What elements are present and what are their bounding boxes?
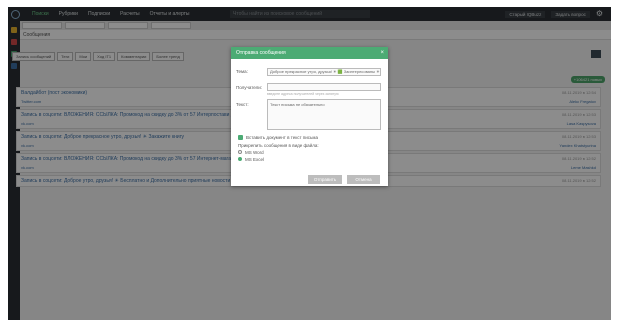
recipients-field[interactable] xyxy=(267,83,381,91)
excel-radio[interactable] xyxy=(238,157,242,161)
subject-field[interactable]: Доброе прекрасное утро, друзья! ☀ 🟩 Заин… xyxy=(267,68,381,76)
cancel-button[interactable]: Отмена xyxy=(347,175,380,184)
close-icon[interactable]: × xyxy=(380,47,384,59)
recipients-hint: введите адреса получателей через запятую xyxy=(267,92,339,96)
embed-checkbox[interactable] xyxy=(238,135,243,140)
embed-checkbox-label: Вставить документ в текст письма xyxy=(246,135,318,140)
message-textarea[interactable]: Текст письма не обязательно xyxy=(267,99,381,130)
send-button[interactable]: Отправить xyxy=(308,175,342,184)
send-message-dialog: Отправка сообщения × Тема: Доброе прекра… xyxy=(231,47,388,186)
recipients-label: Получатели: xyxy=(236,85,263,90)
subject-label: Тема: xyxy=(236,69,248,74)
attach-label: Прикрепить сообщения в виде файла: xyxy=(238,143,319,148)
word-radio[interactable] xyxy=(238,150,242,154)
dialog-header: Отправка сообщения × xyxy=(231,47,388,59)
text-label: Текст: xyxy=(236,102,249,107)
excel-option-label: MS Excel xyxy=(245,157,265,162)
word-option-label: MS Word xyxy=(245,150,264,155)
dialog-title: Отправка сообщения xyxy=(236,50,286,56)
